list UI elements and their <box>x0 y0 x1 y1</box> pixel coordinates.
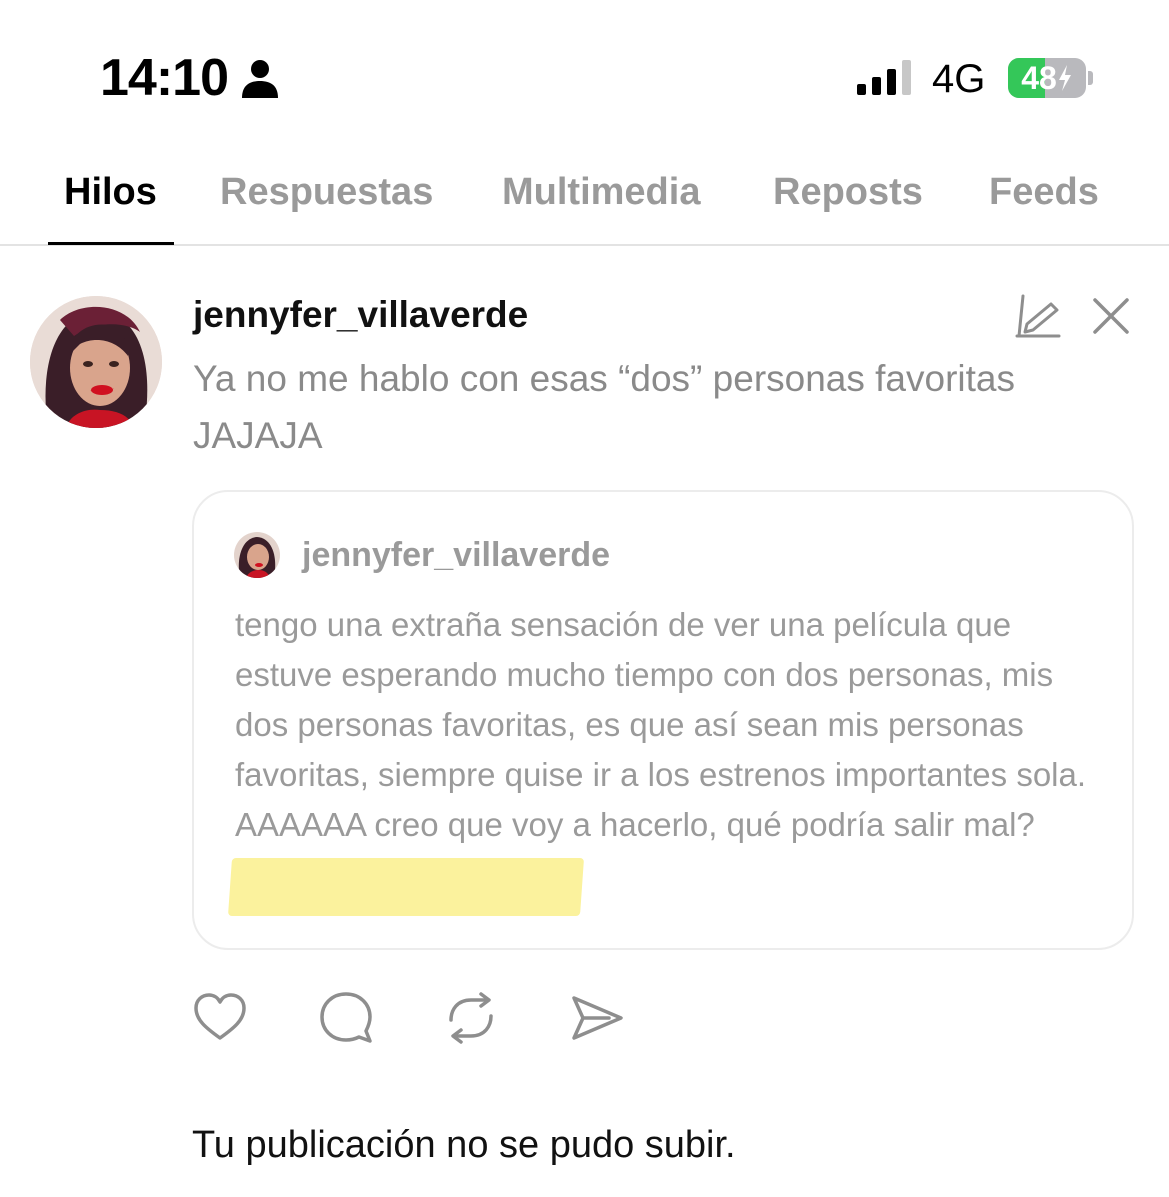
post-text: Ya no me hablo con esas “dos” personas f… <box>193 358 1015 456</box>
status-time: 14:10 <box>100 49 229 107</box>
active-tab-indicator <box>48 242 174 245</box>
tab-feeds[interactable]: Feeds <box>989 170 1099 214</box>
signal-icon <box>857 60 911 95</box>
close-icon[interactable] <box>1090 295 1132 337</box>
tab-reposts[interactable]: Reposts <box>773 170 923 214</box>
heart-icon[interactable] <box>192 990 248 1046</box>
tab-hilos[interactable]: Hilos <box>64 170 157 214</box>
battery-cap <box>1088 71 1093 85</box>
text-highlight <box>227 858 585 916</box>
threads-profile-screen: 14:10 4G 48 Hilos Respuestas Multimedia … <box>0 0 1169 1197</box>
quote-avatar <box>234 532 280 578</box>
network-label: 4G <box>932 57 986 101</box>
share-icon[interactable] <box>569 990 625 1046</box>
comment-icon[interactable] <box>318 990 374 1046</box>
upload-error-message: Tu publicación no se pudo subir. <box>192 1124 736 1166</box>
profile-tabs: Hilos Respuestas Multimedia Reposts Feed… <box>0 160 1169 246</box>
person-icon <box>242 60 278 98</box>
battery-indicator: 48 <box>1008 58 1086 98</box>
repost-icon[interactable] <box>443 990 499 1046</box>
post-username[interactable]: jennyfer_villaverde <box>193 294 528 336</box>
quote-text: tengo una extraña sensación de ver una p… <box>235 606 1087 843</box>
tab-respuestas[interactable]: Respuestas <box>220 170 433 214</box>
tab-multimedia[interactable]: Multimedia <box>502 170 700 214</box>
quote-username: jennyfer_villaverde <box>302 536 611 574</box>
avatar[interactable] <box>30 296 162 428</box>
battery-charging-icon <box>1058 65 1071 91</box>
draft-edit-icon[interactable] <box>1013 292 1063 340</box>
battery-level: 48 <box>1008 58 1086 98</box>
